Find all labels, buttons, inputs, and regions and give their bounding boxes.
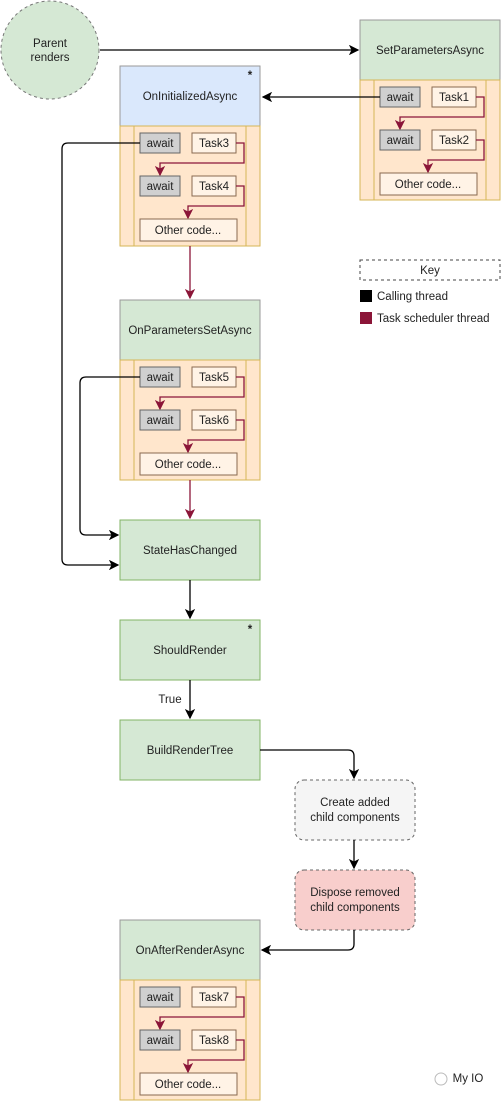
key-swatch-icon (360, 290, 372, 302)
key-title: Key (420, 265, 440, 277)
await-label: await (147, 372, 175, 384)
parent-renders-line: Parent (33, 38, 68, 50)
task-label: Task8 (199, 1035, 229, 1047)
key-item-label: Task scheduler thread (377, 313, 490, 325)
await-label: await (387, 92, 415, 104)
watermark-text: My IO (453, 1073, 484, 1085)
await-label: await (147, 415, 175, 427)
await-label: await (147, 181, 175, 193)
arrow-dispose-to-onafterrender (260, 930, 355, 956)
key-swatch-icon (360, 312, 372, 324)
other-code-label: Other code... (155, 459, 221, 471)
watermark-logo-icon (434, 1072, 448, 1086)
await-label: await (147, 1035, 175, 1047)
task-label: Task2 (439, 135, 469, 147)
create-added-child-components (294, 779, 416, 841)
task-label: Task1 (439, 92, 469, 104)
create-added-child-components-label-line1: Create added (320, 797, 390, 809)
await-label: await (147, 138, 175, 150)
task-label: Task4 (199, 181, 230, 193)
set-parameters-async-title: SetParametersAsync (376, 45, 484, 57)
on-initialized-async-title: OnInitializedAsync (143, 91, 238, 103)
create-added-child-components-label-line2: child components (310, 812, 400, 824)
state-has-changed-label: StateHasChanged (143, 545, 237, 557)
parent-renders-node (0, 0, 100, 100)
should-render-star: * (248, 624, 253, 636)
arrow-buildrendertree-to-create (260, 749, 360, 780)
await-label: await (147, 992, 175, 1004)
await-label: await (387, 135, 415, 147)
dispose-removed-child-components (294, 869, 416, 931)
task-label: Task5 (199, 372, 229, 384)
other-code-label: Other code... (155, 1079, 221, 1091)
on-parameters-set-async-title: OnParametersSetAsync (128, 325, 252, 337)
other-code-label: Other code... (155, 225, 221, 237)
on-after-render-async-title: OnAfterRenderAsync (136, 945, 245, 957)
build-render-tree-label: BuildRenderTree (147, 745, 234, 757)
key-item-label: Calling thread (377, 291, 448, 303)
task-label: Task3 (199, 138, 229, 150)
task-label: Task6 (199, 415, 229, 427)
task-label: Task7 (199, 992, 229, 1004)
blazor-lifecycle-diagram: Parent renders SetParametersAsync await Task… (0, 0, 501, 1101)
should-render-label: ShouldRender (153, 645, 227, 657)
dispose-removed-child-components-label-line1: Dispose removed (310, 887, 399, 899)
on-initialized-async-star: * (248, 70, 253, 82)
parent-renders-line: renders (31, 52, 70, 64)
dispose-removed-child-components-label-line2: child components (310, 902, 400, 914)
true-label: True (158, 694, 181, 706)
other-code-label: Other code... (395, 179, 461, 191)
